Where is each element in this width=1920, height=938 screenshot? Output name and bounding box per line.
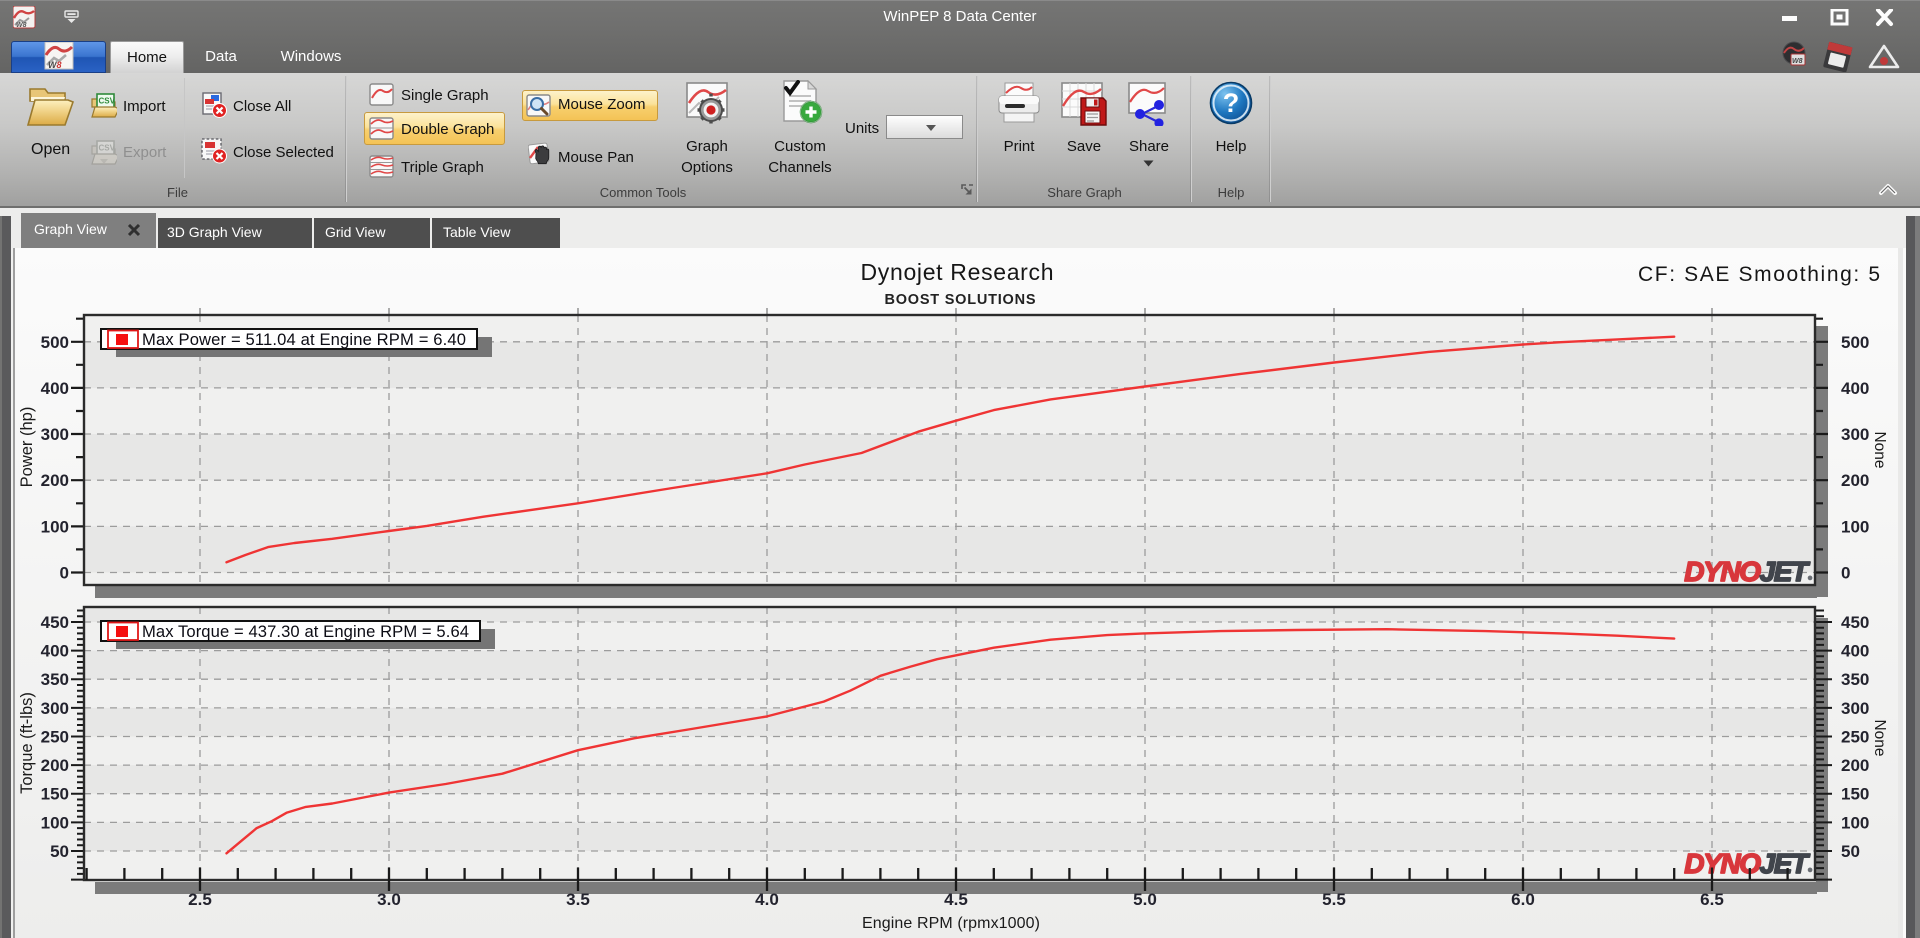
svg-text:Max Power = 511.04 at Engine R: Max Power = 511.04 at Engine RPM = 6.40: [142, 330, 466, 349]
svg-text:100: 100: [41, 813, 69, 832]
svg-text:100: 100: [1841, 813, 1869, 832]
svg-text:4.0: 4.0: [755, 890, 779, 909]
svg-text:400: 400: [41, 379, 69, 398]
svg-text:50: 50: [1841, 842, 1860, 861]
svg-text:300: 300: [1841, 425, 1869, 444]
svg-text:350: 350: [1841, 670, 1869, 689]
svg-text:5.0: 5.0: [1133, 890, 1157, 909]
svg-text:400: 400: [1841, 379, 1869, 398]
svg-text:150: 150: [1841, 785, 1869, 804]
svg-text:200: 200: [1841, 756, 1869, 775]
svg-text:450: 450: [41, 613, 69, 632]
svg-text:DYNOJET●: DYNOJET●: [1684, 556, 1812, 587]
svg-text:BOOST SOLUTIONS: BOOST SOLUTIONS: [885, 292, 1036, 308]
svg-text:Dynojet Research: Dynojet Research: [861, 259, 1054, 285]
svg-text:250: 250: [41, 728, 69, 747]
svg-text:100: 100: [1841, 517, 1869, 536]
svg-text:6.5: 6.5: [1700, 890, 1724, 909]
svg-text:200: 200: [41, 471, 69, 490]
svg-text:50: 50: [50, 842, 69, 861]
svg-text:250: 250: [1841, 728, 1869, 747]
svg-text:200: 200: [1841, 471, 1869, 490]
svg-text:500: 500: [1841, 333, 1869, 352]
svg-text:300: 300: [41, 425, 69, 444]
svg-text:3.5: 3.5: [566, 890, 590, 909]
svg-text:300: 300: [41, 699, 69, 718]
svg-text:Torque (ft-lbs): Torque (ft-lbs): [18, 692, 36, 794]
svg-text:450: 450: [1841, 613, 1869, 632]
svg-text:Engine RPM (rpmx1000): Engine RPM (rpmx1000): [862, 915, 1040, 932]
svg-text:0: 0: [1841, 564, 1850, 583]
svg-text:DYNOJET●: DYNOJET●: [1684, 848, 1812, 879]
svg-text:CF: SAE Smoothing: 5: CF: SAE Smoothing: 5: [1638, 263, 1880, 286]
svg-text:500: 500: [41, 333, 69, 352]
svg-text:Max Torque = 437.30 at Engine: Max Torque = 437.30 at Engine RPM = 5.64: [142, 622, 469, 641]
svg-text:400: 400: [1841, 642, 1869, 661]
svg-text:3.0: 3.0: [377, 890, 401, 909]
svg-text:300: 300: [1841, 699, 1869, 718]
svg-text:350: 350: [41, 670, 69, 689]
svg-text:2.5: 2.5: [188, 890, 212, 909]
svg-text:None: None: [1871, 719, 1888, 756]
svg-text:150: 150: [41, 785, 69, 804]
svg-text:100: 100: [41, 517, 69, 536]
svg-text:6.0: 6.0: [1511, 890, 1535, 909]
svg-text:4.5: 4.5: [944, 890, 968, 909]
svg-text:None: None: [1871, 431, 1888, 468]
svg-text:0: 0: [60, 564, 69, 583]
svg-text:200: 200: [41, 756, 69, 775]
svg-text:5.5: 5.5: [1322, 890, 1346, 909]
svg-text:400: 400: [41, 642, 69, 661]
svg-text:Power (hp): Power (hp): [18, 407, 36, 488]
